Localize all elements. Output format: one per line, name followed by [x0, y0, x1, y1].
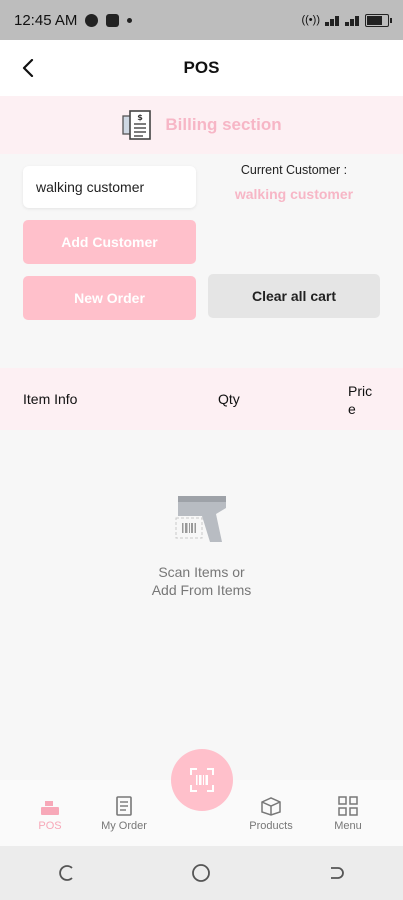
- app-notification-icon: [106, 13, 120, 27]
- scan-barcode-icon: [190, 768, 214, 792]
- customer-input[interactable]: walking customer: [23, 166, 196, 208]
- nav-my-order[interactable]: My Order: [89, 792, 159, 832]
- chrome-icon: [85, 13, 99, 27]
- current-customer-name: walking customer: [234, 186, 354, 202]
- products-icon: [261, 797, 281, 816]
- signal-icon-2: [345, 14, 360, 26]
- battery-icon: [365, 13, 392, 27]
- column-qty: Qty: [218, 391, 240, 407]
- billing-icon: $: [122, 110, 152, 140]
- column-price-line1: Pric: [348, 383, 373, 399]
- more-notifications-icon: [127, 17, 133, 23]
- billing-section-title: Billing section: [165, 115, 282, 134]
- nav-pos[interactable]: POS: [15, 792, 85, 832]
- barcode-scanner-icon: [175, 496, 226, 542]
- current-customer-label: Current Customer :: [240, 163, 348, 177]
- nav-products[interactable]: Products: [236, 792, 306, 832]
- back-button[interactable]: [14, 54, 42, 82]
- status-right: ((•)): [301, 13, 392, 27]
- menu-grid-icon: [338, 796, 358, 816]
- app-bar: POS: [0, 40, 403, 96]
- nav-menu-label: Menu: [334, 820, 362, 832]
- page-title: POS: [183, 58, 220, 77]
- svg-text:$: $: [138, 113, 144, 122]
- column-price: Pric e: [348, 382, 372, 418]
- nav-pos-label: POS: [38, 820, 62, 832]
- column-price-line2: e: [348, 401, 356, 417]
- add-customer-button[interactable]: Add Customer: [23, 220, 196, 264]
- column-item-info: Item Info: [23, 391, 78, 407]
- nav-products-label: Products: [249, 820, 293, 832]
- status-left: 12:45 AM: [14, 11, 133, 29]
- empty-cart-state: Scan Items or Add From Items: [0, 490, 403, 599]
- empty-state-line2: Add From Items: [151, 582, 252, 598]
- new-order-button[interactable]: New Order: [23, 276, 196, 320]
- my-order-icon: [116, 796, 132, 816]
- signal-icon: [325, 14, 340, 26]
- home-icon[interactable]: [190, 862, 212, 884]
- back-arrow-icon: [22, 59, 34, 77]
- nav-menu[interactable]: Menu: [313, 792, 383, 832]
- system-nav-bar: [0, 846, 403, 900]
- scan-button[interactable]: [171, 749, 233, 811]
- nav-my-order-label: My Order: [101, 820, 147, 832]
- status-bar: 12:45 AM ((•)): [0, 0, 403, 40]
- clear-cart-button[interactable]: Clear all cart: [208, 274, 380, 318]
- recent-apps-icon[interactable]: [57, 863, 77, 883]
- pos-icon: [41, 801, 59, 815]
- hotspot-icon: ((•)): [301, 14, 320, 26]
- cart-table-header: Item Info Qty Pric e: [0, 368, 403, 430]
- back-system-icon[interactable]: [326, 863, 346, 883]
- status-time: 12:45 AM: [14, 11, 78, 29]
- empty-state-line1: Scan Items or: [158, 564, 245, 580]
- billing-header: $ Billing section: [0, 96, 403, 154]
